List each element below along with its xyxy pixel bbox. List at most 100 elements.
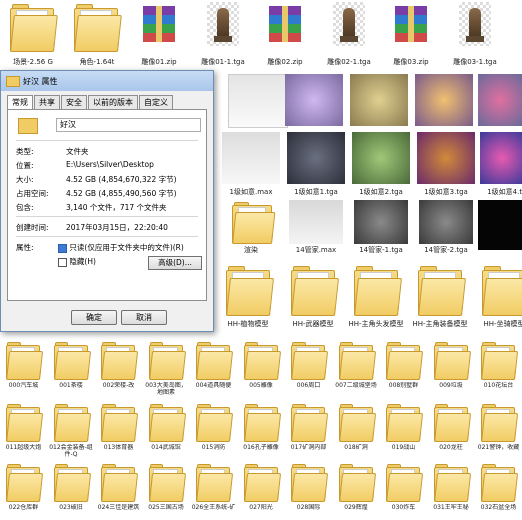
folder-tile[interactable]: 030炸车 [380,462,427,520]
folder-icon [243,404,281,442]
folder-tile[interactable]: 031王牢王秘 [428,462,475,520]
folder-tile[interactable]: 016孔子雕像 [238,402,285,460]
folder-tile[interactable]: 002荣楼-改 [95,340,142,398]
folder-label: 021警钟，收藏 [477,444,520,451]
file-tile[interactable]: 1级如意4.tga [478,132,522,200]
folder-icon [53,342,91,380]
image-thumbnail[interactable] [478,74,522,126]
hidden-checkbox[interactable]: 隐藏(H) [58,256,96,267]
folder-label: 030炸车 [391,504,416,511]
ok-button[interactable]: 确定 [71,310,117,325]
folder-icon [101,404,139,442]
folder-tile[interactable]: 000汽车城 [0,340,47,398]
tab-previous-versions[interactable]: 以前的版本 [88,95,138,109]
image-thumbnail[interactable] [478,200,522,250]
folder-tile[interactable]: 004道具随便 [190,340,237,398]
folder-tile[interactable]: 001茶楼 [48,340,95,398]
folder-tile[interactable]: 012会金装备-组件-Q [48,402,95,460]
checkbox-icon [58,257,67,267]
folder-tile[interactable]: 017矿洞内部 [285,402,332,460]
readonly-checkbox[interactable]: 只读(仅应用于文件夹中的文件)(R) [58,242,184,253]
file-tile[interactable]: 雕像02-1.tga [318,0,380,70]
properties-dialog: 好汉 属性 常规 共享 安全 以前的版本 自定义 好汉 类型: 文件夹 位置: E:… [0,70,214,332]
folder-tile[interactable]: 028国际 [285,462,332,520]
disk-size-value: 4.52 GB (4,855,490,560 字节) [66,189,177,198]
statue-thumbnail [459,2,491,46]
file-tile[interactable]: 雕像03.zip [380,0,442,70]
tab-sharing[interactable]: 共享 [34,95,60,109]
folder-tile[interactable]: 027阳光 [238,462,285,520]
folder-tile[interactable]: 025三国古场 [143,462,190,520]
folder-tile[interactable]: 011超级大炮 [0,402,47,460]
file-label: 1级如意3.tga [424,188,468,196]
tab-general[interactable]: 常规 [7,95,33,109]
folder-tile[interactable]: 024三佳是建筑 [95,462,142,520]
file-tile[interactable]: 雕像03-1.tga [444,0,506,70]
folder-tile[interactable]: 010花坛台 [475,340,522,398]
folder-label: HH-主角装备模型 [412,320,468,328]
file-tile[interactable]: 1级如意1.tga [285,132,347,200]
folder-tile[interactable]: 032石盆全场 [475,462,522,520]
file-tile[interactable]: 雕像01.zip [128,0,190,70]
folder-icon [53,464,91,502]
folder-icon [196,404,234,442]
folder-icon [196,464,234,502]
statue-thumbnail [333,2,365,46]
folder-icon [433,342,471,380]
cancel-button[interactable]: 取消 [121,310,167,325]
file-tile[interactable]: 14管家.max [285,200,347,262]
image-thumbnail[interactable] [285,74,343,126]
image-thumbnail [417,132,475,184]
attributes-label: 属性: [16,243,34,252]
folder-tile[interactable]: 013体育器 [95,402,142,460]
file-tile[interactable]: 雕像01-1.tga [192,0,254,70]
file-tile[interactable]: 14管家-2.tga [415,200,477,262]
folder-tile[interactable]: 019战山 [380,402,427,460]
file-label: 雕像02.zip [267,58,303,66]
folder-tile[interactable]: 029辉煌 [333,462,380,520]
folder-tile[interactable]: 009垃圾 [428,340,475,398]
file-tile[interactable]: 1级如意.max [220,132,282,200]
created-value: 2017年03月15日，22:20:40 [66,223,168,232]
folder-tile[interactable]: 003大美岛图，地图素 [143,340,190,398]
folder-tile[interactable]: 006周口 [285,340,332,398]
file-tile[interactable]: 14管家-1.tga [350,200,412,262]
folder-tile[interactable]: 021警钟，收藏 [475,402,522,460]
file-tile[interactable]: 角色-1.64t [66,0,128,70]
dialog-titlebar[interactable]: 好汉 属性 [1,71,213,91]
folder-tile[interactable]: 020龙柱 [428,402,475,460]
image-thumbnail[interactable] [228,74,288,128]
folder-tile[interactable]: 023破旧 [48,462,95,520]
folder-tile[interactable]: 022仓库群 [0,462,47,520]
folder-tile[interactable]: 005雕像 [238,340,285,398]
folder-tile[interactable]: 026全王系统-矿 [190,462,237,520]
image-thumbnail[interactable] [415,74,473,126]
file-tile[interactable]: 1级如意3.tga [415,132,477,200]
created-label: 创建时间: [16,223,49,232]
folder-tile[interactable]: HH-坐骑模型 [474,262,522,340]
file-tile[interactable]: 1级如意2.tga [350,132,412,200]
folder-icon [10,4,58,52]
tab-security[interactable]: 安全 [61,95,87,109]
folder-tile[interactable]: 014武城馆 [143,402,190,460]
file-tile[interactable]: 雕像02.zip [254,0,316,70]
folder-tile[interactable]: HH-植物模型 [218,262,278,340]
folder-tile[interactable]: HH-主角装备模型 [410,262,470,340]
folder-label: 001茶楼 [59,382,83,389]
archive-icon [143,6,175,42]
folder-tile[interactable]: HH-武器模型 [283,262,343,340]
folder-tile[interactable]: 008别墅群 [380,340,427,398]
folder-tile[interactable]: 007二级城堡场 [333,340,380,398]
folder-label: 003大美岛图，地图素 [145,382,187,396]
advanced-button[interactable]: 高级(D)... [148,256,202,270]
folder-icon [354,266,402,316]
folder-tile[interactable]: 018矿洞 [333,402,380,460]
image-thumbnail[interactable] [350,74,408,126]
tab-customize[interactable]: 自定义 [139,95,173,109]
file-tile[interactable]: 场景-2.56 G [2,0,64,70]
folder-icon [291,266,339,316]
folder-tile[interactable]: HH-主角头发模型 [346,262,406,340]
folder-tile[interactable]: 015消防 [190,402,237,460]
file-tile[interactable]: 渲染 [220,200,282,262]
name-field[interactable]: 好汉 [56,118,201,132]
